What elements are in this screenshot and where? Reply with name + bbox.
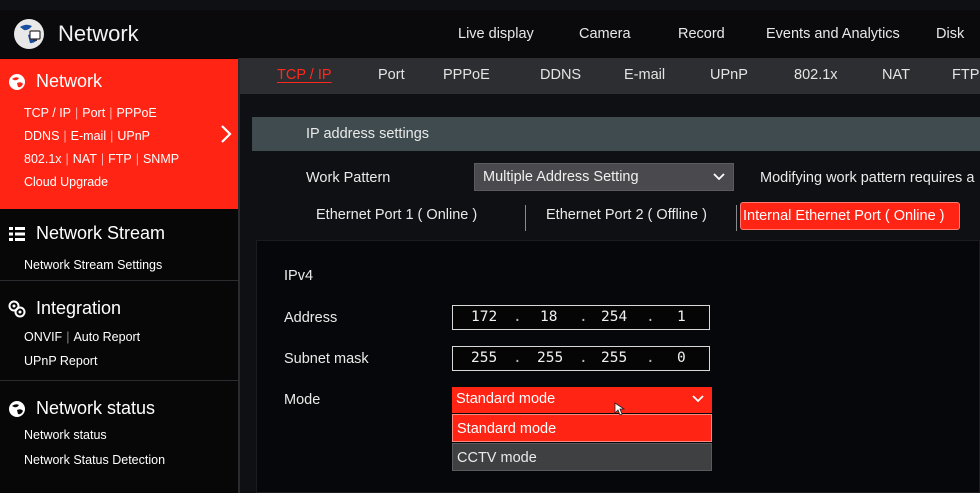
port-tab-divider — [736, 205, 737, 231]
work-pattern-label: Work Pattern — [306, 170, 391, 186]
sidebar-link-ftp[interactable]: FTP — [108, 152, 132, 166]
subnet-mask-label: Subnet mask — [284, 351, 369, 367]
chevron-down-icon — [692, 395, 704, 403]
top-nav-events-analytics[interactable]: Events and Analytics — [766, 26, 900, 42]
top-bar: Network Live display Camera Record Event… — [0, 10, 980, 58]
mode-option-standard[interactable]: Standard mode — [452, 414, 712, 442]
sidebar-group-network[interactable]: Network TCP / IP | Port | PPPoE DDNS | E-mail |… — [0, 59, 238, 209]
tab-ftp[interactable]: FTP — [952, 67, 979, 83]
sidebar-group-network-status[interactable]: Network status Network status Network St… — [0, 388, 238, 488]
port-tab-internal[interactable]: Internal Ethernet Port ( Online ) — [740, 202, 960, 230]
list-icon — [9, 226, 25, 241]
tab-pppoe[interactable]: PPPoE — [443, 67, 490, 83]
sidebar-link-upnp[interactable]: UPnP — [117, 129, 150, 143]
sidebar-link-cloud-upgrade[interactable]: Cloud Upgrade — [24, 175, 108, 189]
mode-option-cctv-label: CCTV mode — [457, 450, 537, 466]
mode-option-standard-label: Standard mode — [457, 421, 557, 437]
sidebar-group-integration-title: Integration — [36, 298, 122, 318]
top-nav-live-display[interactable]: Live display — [458, 26, 534, 42]
port-tab-internal-label: Internal Ethernet Port ( Online ) — [743, 208, 945, 224]
subnet-octet-4[interactable]: 0 — [677, 350, 686, 366]
ipv4-title: IPv4 — [284, 268, 314, 284]
address-octet-3[interactable]: 254 — [601, 309, 627, 325]
work-pattern-select[interactable]: Multiple Address Setting — [474, 163, 734, 191]
work-pattern-value: Multiple Address Setting — [483, 169, 639, 185]
sidebar-group-network-title: Network — [36, 71, 103, 91]
mode-option-cctv[interactable]: CCTV mode — [452, 443, 712, 471]
sidebar-link-upnp-report[interactable]: UPnP Report — [24, 354, 97, 368]
sidebar-link-nat[interactable]: NAT — [73, 152, 97, 166]
sidebar-group-network-stream-title: Network Stream — [36, 223, 166, 243]
sidebar-link-network-status[interactable]: Network status — [24, 428, 107, 442]
sidebar-link-ddns[interactable]: DDNS — [24, 129, 59, 143]
subnet-octet-2[interactable]: 255 — [537, 350, 563, 366]
top-nav-record[interactable]: Record — [678, 26, 725, 42]
mode-label: Mode — [284, 392, 321, 408]
subnet-mask-field[interactable]: 255 . 255 . 255 . 0 — [452, 346, 710, 371]
port-tab-ethernet-2[interactable]: Ethernet Port 2 ( Offline ) — [546, 207, 707, 223]
sidebar-link-tcpip[interactable]: TCP / IP — [24, 106, 71, 120]
octet-dot: . — [646, 309, 655, 325]
tab-tcpip[interactable]: TCP / IP — [277, 67, 332, 83]
mode-select-value: Standard mode — [456, 391, 556, 407]
tab-ddns[interactable]: DDNS — [540, 67, 581, 83]
sidebar-link-network-stream-settings[interactable]: Network Stream Settings — [24, 258, 162, 272]
sidebar: Network TCP / IP | Port | PPPoE DDNS | E-mail |… — [0, 58, 240, 493]
tab-nat[interactable]: NAT — [882, 67, 910, 83]
top-nav-camera[interactable]: Camera — [579, 26, 631, 42]
sidebar-link-snmp[interactable]: SNMP — [143, 152, 179, 166]
sidebar-link-pppoe[interactable]: PPPoE — [116, 106, 156, 120]
tab-email[interactable]: E-mail — [624, 67, 665, 83]
sidebar-link-onvif[interactable]: ONVIF — [24, 330, 62, 344]
app-title-text: Network — [58, 21, 139, 46]
subnet-octet-1[interactable]: 255 — [471, 350, 497, 366]
app-window: Network Live display Camera Record Event… — [0, 0, 980, 493]
sidebar-divider — [0, 280, 238, 281]
port-tab-bar: Ethernet Port 1 ( Online ) Ethernet Port… — [252, 202, 980, 232]
sub-tab-bar: TCP / IP Port PPPoE DDNS E-mail UPnP 802… — [240, 58, 980, 94]
octet-dot: . — [579, 309, 588, 325]
network-globe-icon — [9, 73, 25, 90]
octet-dot: . — [646, 350, 655, 366]
sidebar-group-integration[interactable]: Integration ONVIF | Auto Report UPnP Repor… — [0, 290, 238, 370]
tab-upnp[interactable]: UPnP — [710, 67, 748, 83]
octet-dot: . — [579, 350, 588, 366]
sidebar-link-email[interactable]: E-mail — [71, 129, 106, 143]
network-globe-icon — [14, 19, 44, 49]
port-tab-divider — [525, 205, 526, 231]
tab-port[interactable]: Port — [378, 67, 405, 83]
port-tab-ethernet-1[interactable]: Ethernet Port 1 ( Online ) — [316, 207, 477, 223]
sidebar-link-auto-report[interactable]: Auto Report — [73, 330, 140, 344]
tab-8021x[interactable]: 802.1x — [794, 67, 838, 83]
sidebar-link-port[interactable]: Port — [82, 106, 105, 120]
chevron-right-icon — [221, 125, 232, 143]
sidebar-group-network-status-title: Network status — [36, 398, 156, 418]
section-header: IP address settings — [252, 117, 980, 151]
sidebar-link-network-status-detection[interactable]: Network Status Detection — [24, 453, 165, 467]
top-nav-disk[interactable]: Disk — [936, 26, 964, 42]
address-field[interactable]: 172 . 18 . 254 . 1 — [452, 305, 710, 330]
app-title: Network — [0, 10, 139, 58]
sidebar-divider — [0, 380, 238, 381]
address-octet-4[interactable]: 1 — [677, 309, 686, 325]
integration-icon — [8, 300, 26, 317]
sidebar-link-8021x[interactable]: 802.1x — [24, 152, 62, 166]
chevron-down-icon — [713, 173, 725, 181]
subnet-octet-3[interactable]: 255 — [601, 350, 627, 366]
mouse-cursor-icon — [614, 402, 626, 416]
octet-dot: . — [513, 309, 522, 325]
octet-dot: . — [513, 350, 522, 366]
mode-select[interactable]: Standard mode — [452, 387, 712, 413]
network-globe-icon — [9, 400, 25, 417]
sidebar-group-network-stream[interactable]: Network Stream Network Stream Settings — [0, 213, 238, 273]
section-title: IP address settings — [306, 126, 430, 142]
address-octet-1[interactable]: 172 — [471, 309, 497, 325]
address-label: Address — [284, 310, 338, 326]
work-pattern-note: Modifying work pattern requires a — [760, 170, 975, 186]
address-octet-2[interactable]: 18 — [540, 309, 557, 325]
